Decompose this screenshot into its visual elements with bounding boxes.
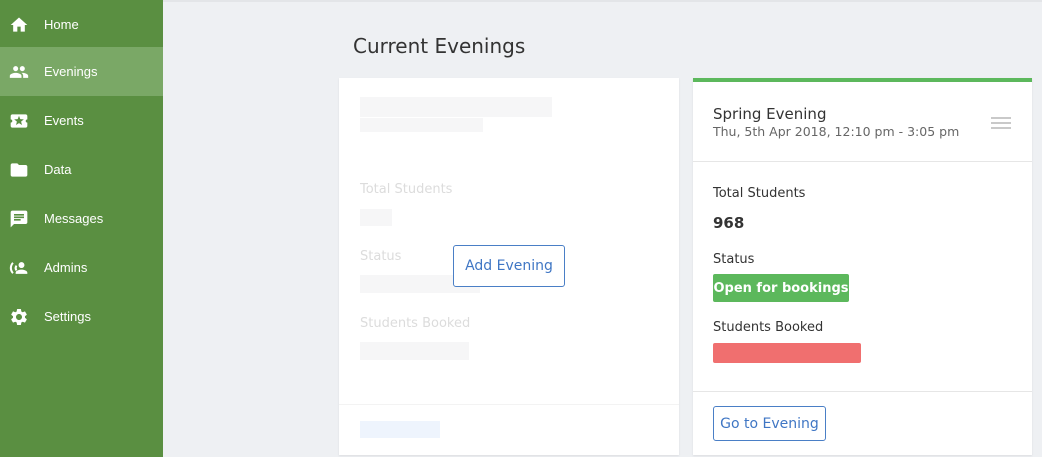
sidebar-item-admins[interactable]: Admins	[0, 243, 163, 292]
total-students-label: Total Students	[713, 186, 806, 201]
booked-placeholder	[360, 342, 469, 360]
title-placeholder	[360, 97, 552, 117]
sidebar-item-evenings[interactable]: Evenings	[0, 47, 163, 96]
status-badge: Open for bookings	[713, 274, 849, 302]
top-border	[163, 0, 1042, 2]
sidebar-item-messages[interactable]: Messages	[0, 194, 163, 243]
admins-icon	[9, 258, 29, 278]
ghost-status-label: Status	[360, 249, 402, 264]
sidebar-item-events[interactable]: Events	[0, 96, 163, 145]
sidebar-item-label: Settings	[44, 309, 91, 324]
sidebar-item-home[interactable]: Home	[0, 0, 163, 49]
sidebar-item-data[interactable]: Data	[0, 145, 163, 194]
sidebar-item-label: Admins	[44, 260, 88, 275]
evening-card[interactable]: Spring Evening Thu, 5th Apr 2018, 12:10 …	[693, 78, 1032, 455]
ghost-students-booked-label: Students Booked	[360, 316, 471, 331]
go-to-evening-button[interactable]: Go to Evening	[713, 406, 826, 441]
card-divider	[339, 404, 679, 405]
ghost-total-students-label: Total Students	[360, 182, 453, 197]
page-title: Current Evenings	[353, 34, 526, 58]
card-divider	[693, 391, 1032, 392]
add-evening-card: Total Students Status Students Booked Ad…	[339, 78, 679, 455]
message-icon	[9, 209, 29, 229]
sidebar-item-label: Home	[44, 17, 79, 32]
students-booked-bar	[713, 343, 861, 363]
hamburger-menu-icon[interactable]	[991, 117, 1011, 131]
students-booked-fill	[713, 343, 861, 363]
ticket-icon	[9, 111, 29, 131]
gear-icon	[9, 307, 29, 327]
sidebar: Home Evenings Events Data Messages Admin…	[0, 0, 163, 457]
evening-title: Spring Evening	[713, 105, 827, 123]
evening-date: Thu, 5th Apr 2018, 12:10 pm - 3:05 pm	[713, 124, 960, 139]
add-evening-button[interactable]: Add Evening	[453, 245, 565, 287]
date-placeholder	[360, 118, 483, 132]
people-icon	[9, 62, 29, 82]
sidebar-item-settings[interactable]: Settings	[0, 292, 163, 341]
folder-icon	[9, 160, 29, 180]
button-placeholder	[360, 421, 440, 438]
sidebar-item-label: Data	[44, 162, 72, 177]
sidebar-item-label: Events	[44, 113, 84, 128]
total-students-placeholder	[360, 209, 392, 226]
card-divider	[693, 161, 1032, 162]
sidebar-item-label: Evenings	[44, 64, 98, 79]
status-label: Status	[713, 252, 755, 267]
sidebar-item-label: Messages	[44, 211, 104, 226]
home-icon	[9, 15, 29, 35]
students-booked-label: Students Booked	[713, 320, 824, 335]
total-students-value: 968	[713, 214, 745, 232]
